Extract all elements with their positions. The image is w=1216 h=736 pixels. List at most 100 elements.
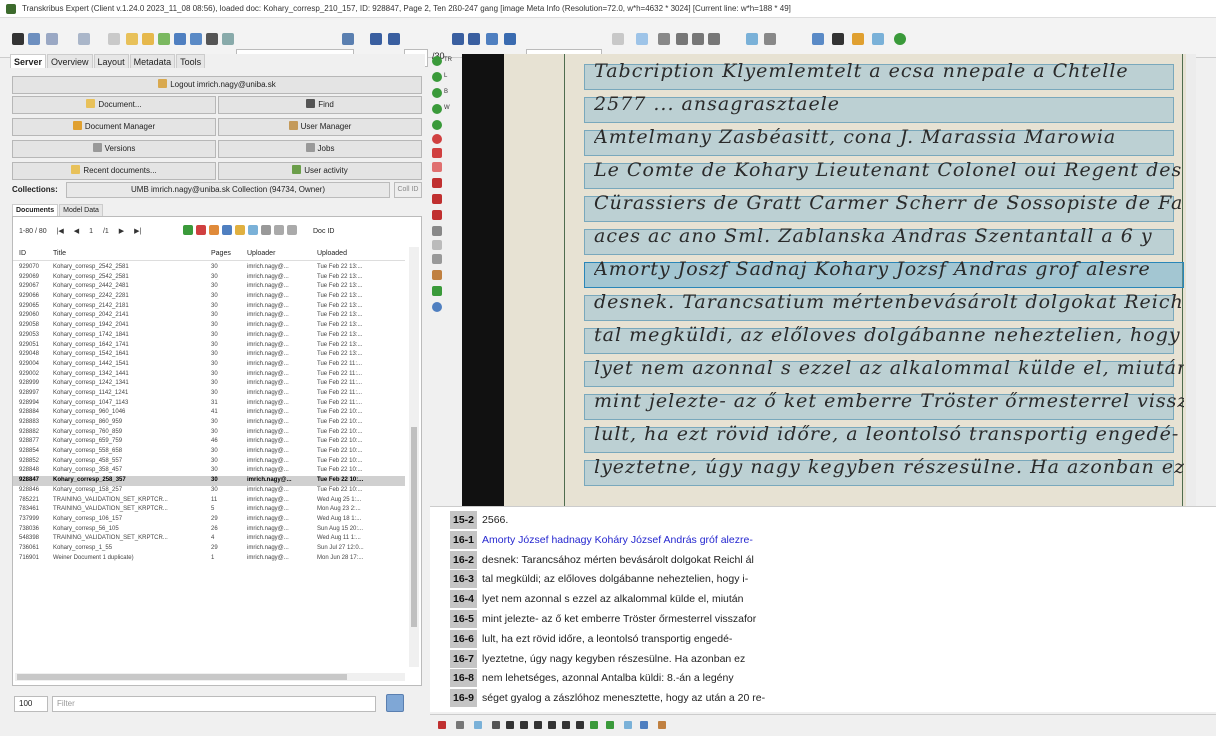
table-row[interactable]: 929065 Kohary_corresp_2142_2181 30 imrich.n… (13, 302, 405, 312)
user-activity-button[interactable]: User activity (218, 162, 422, 180)
table-row[interactable]: 716901 Weiner Document 1 duplicate) 1 imric… (13, 554, 405, 564)
transcription-line[interactable]: 16-1 Amorty József hadnagy Koháry József … (450, 530, 753, 549)
superscript-icon[interactable] (576, 721, 584, 729)
open-icon[interactable] (222, 225, 232, 235)
export-list-icon[interactable] (261, 225, 271, 235)
transcription-line[interactable]: 16-9 séget gyalog a zászlóhoz menesztette… (450, 689, 765, 708)
bug-icon[interactable] (832, 33, 844, 45)
list-hscroll-thumb[interactable] (17, 674, 347, 680)
zoom-reset-icon[interactable] (708, 33, 720, 45)
first-page-button[interactable]: |◀ (57, 228, 64, 235)
next-page-icon[interactable] (452, 33, 464, 45)
search-icon[interactable] (342, 33, 354, 45)
duplicate-icon[interactable] (209, 225, 219, 235)
copy-icon[interactable] (235, 225, 245, 235)
line-text[interactable]: nem lehetséges, azonnal Antalba küldi: 8… (482, 672, 734, 684)
transcription-line[interactable]: 16-3 tal megküldi; az előloves dolgábanne… (450, 570, 748, 589)
line-text[interactable]: tal megküldi; az előloves dolgábanne neh… (482, 573, 748, 585)
line-text[interactable]: mint jelezte- az ő ket emberre Tröster ő… (482, 613, 756, 625)
person-icon[interactable] (432, 226, 442, 236)
line-text[interactable]: séget gyalog a zászlóhoz menesztette, ho… (482, 692, 765, 704)
shortcut-icon[interactable] (456, 721, 464, 729)
prev-page-button[interactable]: ◀ (74, 228, 79, 235)
user-manager-button[interactable]: User Manager (218, 118, 422, 136)
col-title[interactable]: Title (53, 247, 203, 261)
italic-icon[interactable] (520, 721, 528, 729)
font-icon[interactable] (438, 721, 446, 729)
table-row[interactable]: 929069 Kohary_corresp_2542_2581 30 imrich.n… (13, 273, 405, 283)
table-row[interactable]: 928877 Kohary_corresp_659_759 46 imrich.nag… (13, 437, 405, 447)
table-row[interactable]: 929067 Kohary_corresp_2442_2481 30 imrich.n… (13, 282, 405, 292)
cut-icon[interactable] (432, 178, 442, 188)
table-row[interactable]: 929048 Kohary_corresp_1542_1641 30 imrich.n… (13, 350, 405, 360)
panel-toggle-icon[interactable] (872, 33, 884, 45)
tab-layout[interactable]: Layout (93, 54, 129, 68)
collection-id-button[interactable]: Coll ID (394, 182, 422, 198)
list-scroll-thumb[interactable] (411, 427, 417, 627)
link-text-icon[interactable] (590, 721, 598, 729)
save-icon[interactable] (174, 33, 186, 45)
page-size-select[interactable]: 100 (14, 696, 48, 712)
table-row[interactable]: 929070 Kohary_corresp_2542_2581 30 imrich.n… (13, 263, 405, 273)
list-horizontal-scrollbar[interactable] (15, 673, 405, 681)
table-row[interactable]: 928854 Kohary_corresp_558_658 30 imrich.nag… (13, 447, 405, 457)
table-row[interactable]: 929060 Kohary_corresp_2042_2141 30 imrich.n… (13, 311, 405, 321)
link-icon[interactable] (432, 286, 442, 296)
line-text[interactable]: 2566. (482, 514, 508, 526)
refresh-icon[interactable] (190, 33, 202, 45)
undo-icon[interactable] (108, 33, 120, 45)
reload-icon[interactable] (486, 33, 498, 45)
table-row[interactable]: 548398 TRAINING_VALIDATION_SET_KRPTCR... 4… (13, 534, 405, 544)
insert-icon[interactable] (624, 721, 632, 729)
logout-button[interactable]: Logout imrich.nagy@uniba.sk (12, 76, 422, 94)
transcription-line[interactable]: 16-6 lult, ha ezt rövid időre, a leontols… (450, 629, 732, 648)
last-page-icon[interactable] (468, 33, 480, 45)
recent-documents-button[interactable]: Recent documents... (12, 162, 216, 180)
search-back-icon[interactable] (222, 33, 234, 45)
table-row[interactable]: 929066 Kohary_corresp_2242_2281 30 imrich.n… (13, 292, 405, 302)
document-button[interactable]: Document... (12, 96, 216, 114)
transcription-line[interactable]: 15-2 2566. (450, 511, 508, 529)
status-icon[interactable] (894, 33, 906, 45)
transcription-line[interactable]: 16-4 lyet nem azonnal s ezzel az alkalomm… (450, 590, 743, 609)
edit-icon[interactable] (28, 33, 40, 45)
layout-icon[interactable] (746, 33, 758, 45)
table-row[interactable]: 928852 Kohary_corresp_458_557 30 imrich.nag… (13, 457, 405, 467)
fit-page-icon[interactable] (636, 33, 648, 45)
apply-filter-button[interactable] (386, 694, 404, 712)
menu-icon[interactable] (12, 33, 24, 45)
table-row[interactable]: 737999 Kohary_corresp_106_157 29 imrich.nag… (13, 515, 405, 525)
folder-open-icon[interactable] (142, 33, 154, 45)
tab-tools[interactable]: Tools (176, 54, 206, 68)
image-canvas[interactable]: Tabcription Klyemlemtelt a ecsa nnepale … (462, 54, 1196, 506)
table-row[interactable]: 929058 Kohary_corresp_1942_2041 30 imrich.n… (13, 321, 405, 331)
remove-shape-icon[interactable] (432, 134, 442, 144)
delete-icon[interactable] (196, 225, 206, 235)
first-page-icon[interactable] (370, 33, 382, 45)
filter-input[interactable]: Filter (52, 696, 376, 712)
line-text[interactable]: Amorty József hadnagy Koháry József Andr… (482, 534, 753, 546)
line-text[interactable]: lyet nem azonnal s ezzel az alkalommal k… (482, 593, 743, 605)
rotate-icon[interactable] (764, 33, 776, 45)
flag-icon[interactable] (852, 33, 864, 45)
border-icon[interactable] (432, 240, 442, 250)
document-manager-button[interactable]: Document Manager (12, 118, 216, 136)
comment-icon[interactable] (606, 721, 614, 729)
merge-icon[interactable] (432, 162, 442, 172)
col-id[interactable]: ID (19, 247, 47, 261)
table-row[interactable]: 928847 Kohary_corresp_258_357 30 imrich.nag… (13, 476, 405, 486)
table-row[interactable]: 929051 Kohary_corresp_1642_1741 30 imrich.n… (13, 341, 405, 351)
table-row[interactable]: 783461 TRAINING_VALIDATION_SET_KRPTCR... 5… (13, 505, 405, 515)
add-textregion-icon[interactable] (432, 56, 442, 66)
table-row[interactable]: 928882 Kohary_corresp_760_859 30 imrich.nag… (13, 428, 405, 438)
fit-width-icon[interactable] (658, 33, 670, 45)
table-row[interactable]: 928994 Kohary_corresp_1047_1143 31 imrich.n… (13, 399, 405, 409)
table-row[interactable]: 928883 Kohary_corresp_860_959 30 imrich.nag… (13, 418, 405, 428)
table-row[interactable]: 929002 Kohary_corresp_1342_1441 30 imrich.n… (13, 370, 405, 380)
edit-pen-icon[interactable] (658, 721, 666, 729)
transcription-line[interactable]: 16-5 mint jelezte- az ő ket emberre Tröst… (450, 610, 756, 628)
transcription-editor[interactable]: 15-2 2566. 16-1 Amorty József hadnagy Kohár… (430, 506, 1216, 712)
strike-icon[interactable] (548, 721, 556, 729)
versions-button[interactable]: Versions (12, 140, 216, 158)
info-icon[interactable] (274, 225, 284, 235)
